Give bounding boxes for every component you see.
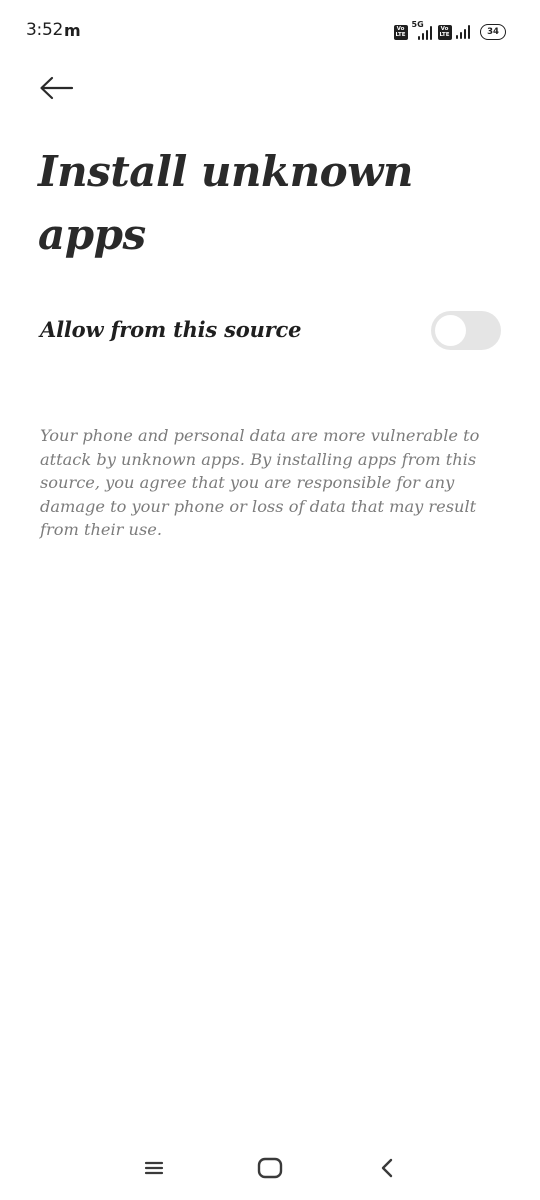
battery-level: 34 [487,27,499,37]
navigation-bar [0,1140,540,1196]
warning-text: Your phone and personal data are more vu… [40,426,480,539]
page-title: Install unknown apps [38,147,413,259]
menu-lines-icon [144,1161,164,1175]
rounded-square-icon [257,1157,283,1179]
allow-from-source-toggle[interactable] [431,311,501,350]
allow-from-source-label: Allow from this source [40,317,302,342]
status-time: 3:52 [26,20,63,40]
status-icons: Vo LTE 5G Vo LTE 34 [393,20,506,42]
signal-icon [455,25,470,39]
home-button[interactable] [250,1152,290,1184]
signal-5g-icon: 5G [412,20,434,41]
toggle-thumb [435,315,466,346]
nav-back-button[interactable] [367,1152,407,1184]
recent-apps-button[interactable] [134,1152,174,1184]
allow-from-source-row[interactable]: Allow from this source [0,300,540,362]
battery-icon: 34 [480,24,506,40]
chevron-left-icon [381,1158,393,1178]
volte-icon: Vo LTE [393,24,408,40]
arrow-left-icon [40,76,74,100]
volte-icon-2: Vo LTE [437,24,452,40]
status-bar: 3:52 m Vo LTE 5G Vo LTE 34 [0,0,540,64]
notification-m-icon: m [64,21,81,40]
back-button[interactable] [30,68,82,108]
